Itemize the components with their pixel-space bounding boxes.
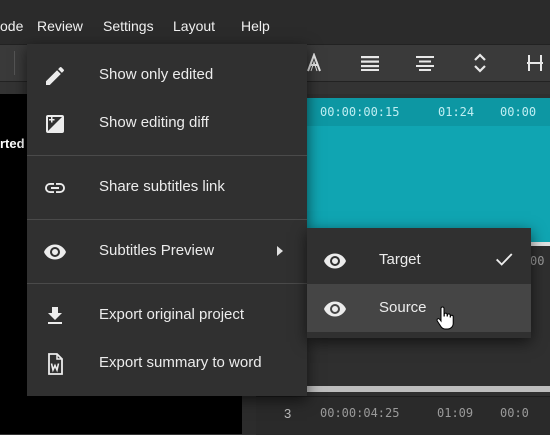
align-justify-icon[interactable] [359,53,381,73]
diff-icon [43,112,67,136]
menu-item-label: Show editing diff [99,114,209,131]
eye-icon [323,249,347,273]
row-end-time: 00:00 [500,105,537,119]
subtitle-row[interactable]: 3 00:00:04:25 01:09 00:0 [256,396,550,435]
word-file-icon [43,352,67,376]
row-index: 3 [284,406,292,421]
row-end-time: 00:0 [500,406,529,420]
row-separator [307,386,550,392]
submenu-item-label: Source [379,299,427,316]
selected-row-header: 00:00:00:15 01:24 00:00 [307,98,550,126]
menu-item-export-summary-to-word[interactable]: Export summary to word [27,339,307,387]
menu-item-export-original-project[interactable]: Export original project [27,291,307,339]
submenu-item-target[interactable]: Target [307,236,531,284]
menu-help[interactable]: Help [241,18,270,34]
menubar: ode Review Settings Layout Help [0,0,550,44]
subtitles-preview-submenu: Target Source [307,228,531,338]
menu-item-label: Share subtitles link [99,178,225,195]
menu-item-label: Show only edited [99,66,214,83]
menu-item-label: Export original project [99,306,245,323]
menu-item-label: Export summary to word [99,354,262,371]
hand-cursor-icon [436,306,454,330]
menu-item-label: Subtitles Preview [99,242,215,259]
menu-mode[interactable]: ode [0,18,23,34]
vertical-expand-icon[interactable] [469,53,491,73]
chevron-right-icon [277,246,283,256]
menu-item-subtitles-preview[interactable]: Subtitles Preview [27,227,307,275]
row-start-time: 00:00:04:25 [320,406,400,420]
toolbar-separator [14,51,15,75]
menu-item-share-subtitles-link[interactable]: Share subtitles link [27,163,307,211]
menu-item-show-editing-diff[interactable]: Show editing diff [27,99,307,147]
split-icon[interactable] [524,53,546,73]
review-menu: Show only edited Show editing diff Share… [27,44,307,396]
download-icon [43,304,67,328]
row-duration: 01:09 [437,406,474,420]
menu-divider [27,283,307,284]
pencil-icon [43,64,67,88]
menu-review[interactable]: Review [37,18,83,34]
eye-icon [43,240,67,264]
submenu-item-label: Target [379,251,421,268]
row-time-fragment: 00 [530,254,545,268]
menu-layout[interactable]: Layout [173,18,215,34]
check-icon [493,248,515,270]
eye-icon [323,297,347,321]
align-center-icon[interactable] [414,53,436,73]
row-start-time: 00:00:00:15 [320,105,400,119]
row-duration: 01:24 [438,105,475,119]
menu-divider [27,155,307,156]
menu-divider [27,219,307,220]
menu-settings[interactable]: Settings [103,18,154,34]
submenu-item-source[interactable]: Source [307,284,531,332]
preview-subtitle-text: rted [0,136,25,151]
menu-item-show-only-edited[interactable]: Show only edited [27,51,307,99]
link-icon [43,176,67,200]
